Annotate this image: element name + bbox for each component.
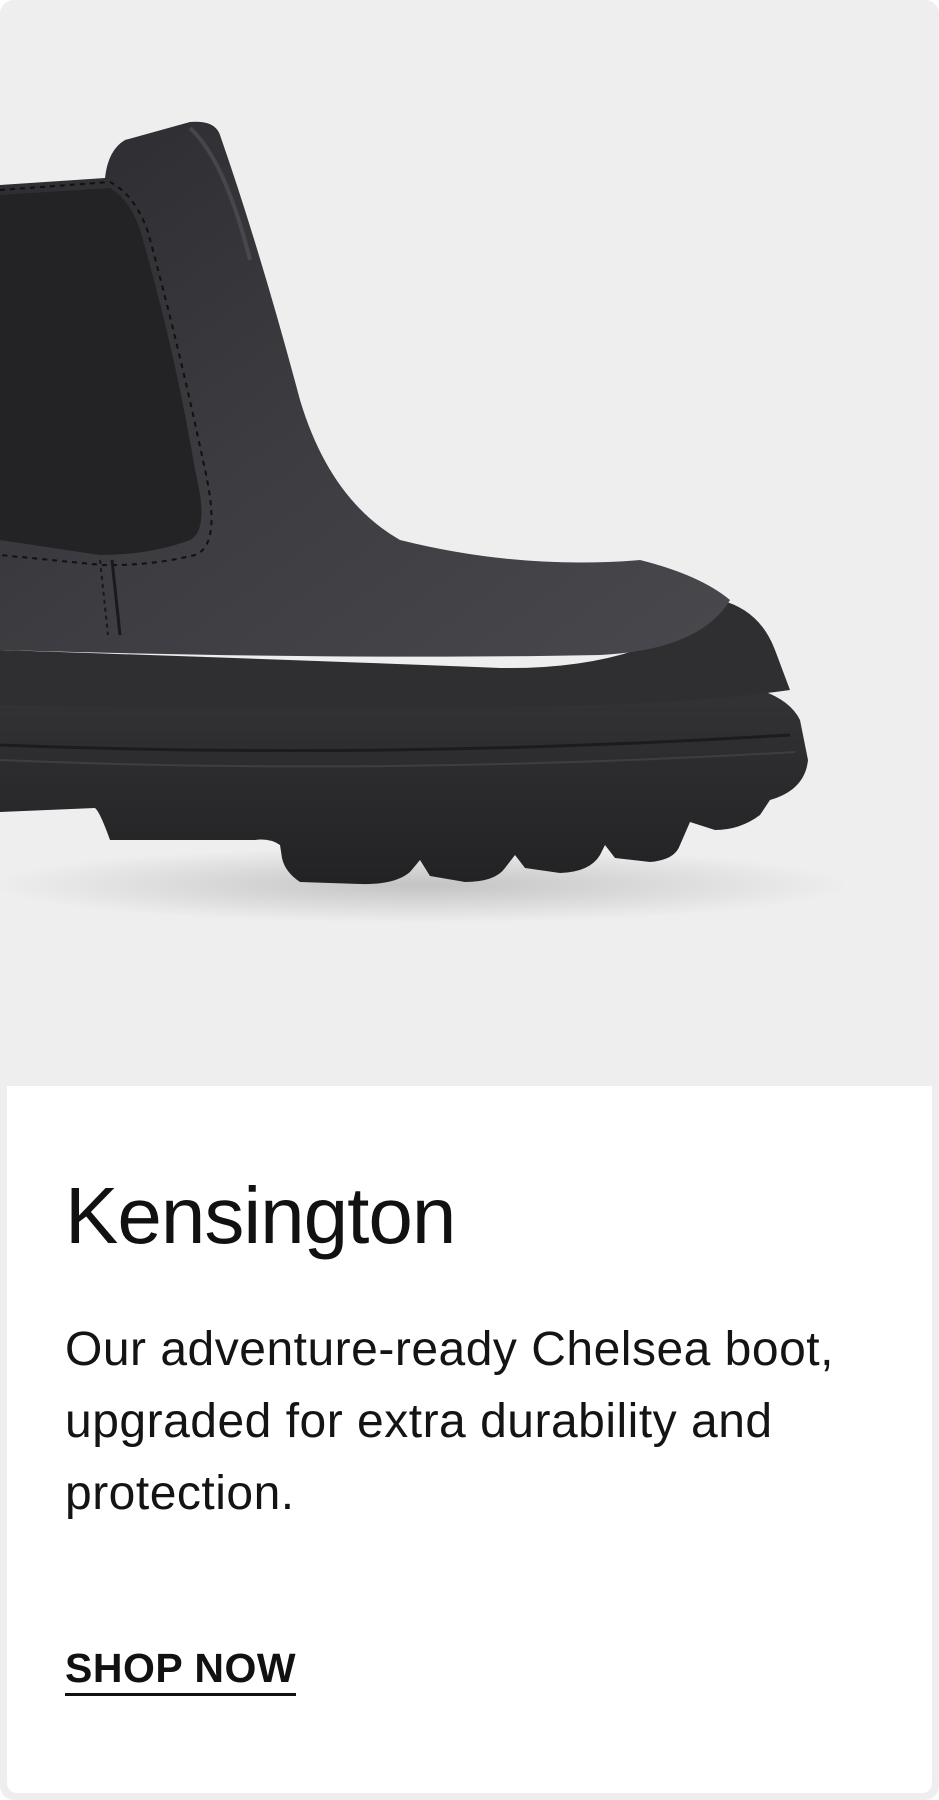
- product-title: Kensington: [65, 1171, 456, 1260]
- boot-illustration: [0, 121, 850, 923]
- shop-now-link[interactable]: SHOP NOW: [65, 1645, 297, 1697]
- boot-sole: [0, 690, 808, 885]
- product-card[interactable]: Kensington Our adventure-ready Chelsea b…: [0, 0, 939, 1800]
- product-image[interactable]: [0, 0, 939, 1086]
- product-info-panel: Kensington Our adventure-ready Chelsea b…: [7, 1086, 932, 1793]
- product-description: Our adventure-ready Chelsea boot, upgrad…: [65, 1323, 834, 1520]
